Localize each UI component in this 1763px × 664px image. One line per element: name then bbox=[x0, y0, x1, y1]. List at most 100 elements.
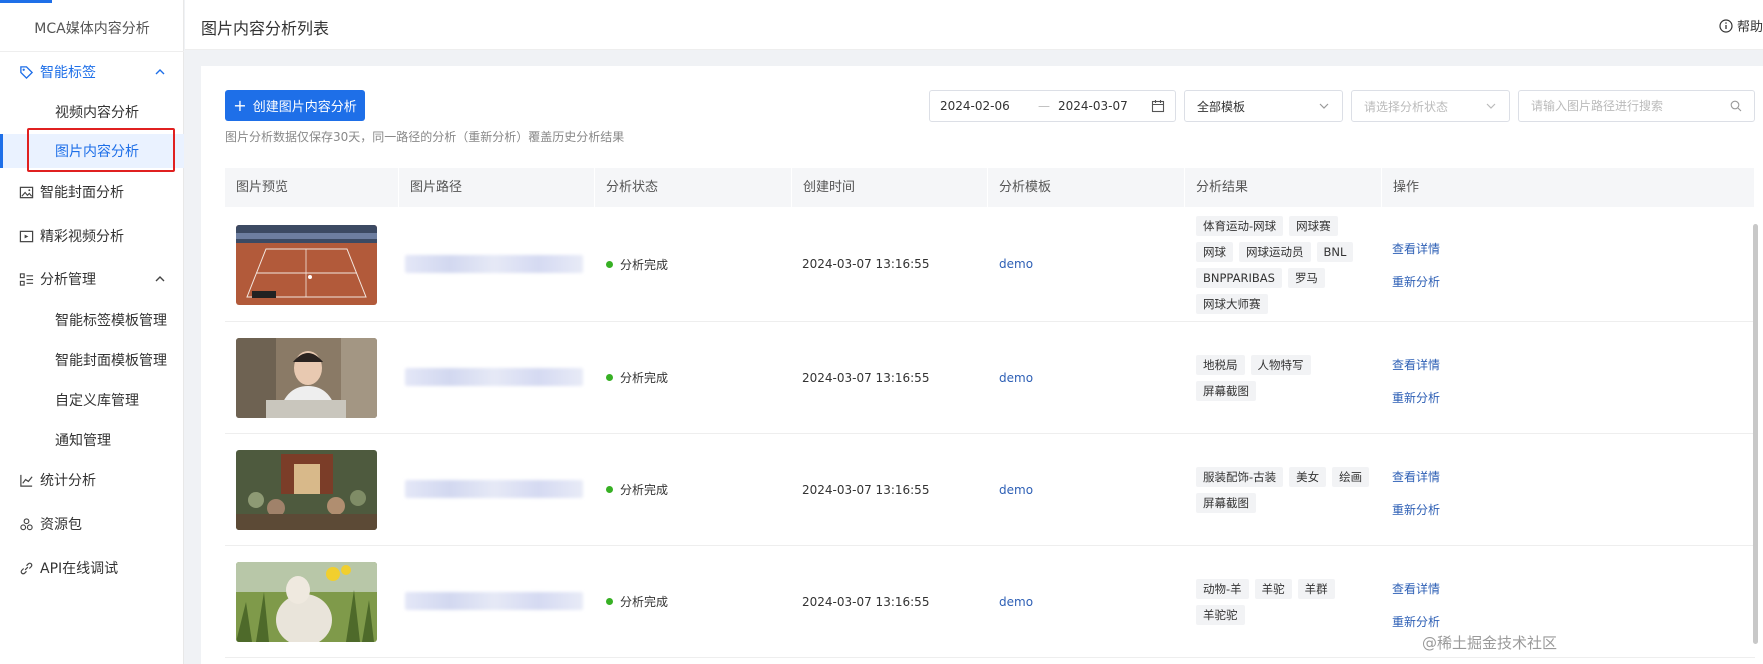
image-preview[interactable] bbox=[236, 338, 377, 418]
result-tags: 动物-羊 羊驼 羊群 羊驼驼 bbox=[1196, 546, 1376, 658]
status-dot bbox=[606, 486, 613, 493]
template-cell: demo bbox=[999, 322, 1033, 433]
sidebar-item-analysis-management[interactable]: 分析管理 bbox=[0, 262, 184, 296]
row-actions: 查看详情 重新分析 bbox=[1392, 240, 1440, 290]
result-tags: 体育运动-网球 网球赛 网球 网球运动员 BNL BNPPARIBAS 罗马 网… bbox=[1196, 215, 1376, 314]
row-actions: 查看详情 重新分析 bbox=[1392, 356, 1440, 406]
image-path-blurred bbox=[405, 255, 583, 273]
result-tags: 服装配饰-古装 美女 绘画 屏幕截图 bbox=[1196, 434, 1376, 546]
help-link[interactable]: 帮助 bbox=[1719, 16, 1763, 35]
result-tag: 羊驼 bbox=[1254, 579, 1292, 599]
template-select[interactable]: 全部模板 bbox=[1184, 90, 1343, 122]
retention-hint: 图片分析数据仅保存30天，同一路径的分析（重新分析）覆盖历史分析结果 bbox=[225, 130, 625, 144]
status-cell: 分析完成 bbox=[606, 434, 668, 545]
image-preview[interactable] bbox=[236, 562, 377, 642]
calendar-icon bbox=[1151, 100, 1165, 113]
app-brand: MCA媒体内容分析 bbox=[0, 6, 184, 52]
sidebar-item-label: 智能标签 bbox=[40, 65, 96, 81]
vertical-scrollbar[interactable] bbox=[1753, 224, 1758, 644]
sidebar-item-video-analysis[interactable]: 视频内容分析 bbox=[0, 95, 184, 129]
sidebar-item-notification-management[interactable]: 通知管理 bbox=[0, 423, 184, 457]
tag-icon bbox=[18, 64, 34, 80]
status-text: 分析完成 bbox=[620, 371, 669, 385]
sidebar-item-statistics[interactable]: 统计分析 bbox=[0, 463, 184, 497]
image-icon bbox=[18, 184, 34, 200]
image-path-blurred bbox=[405, 592, 583, 610]
image-path-blurred bbox=[405, 480, 583, 498]
template-link[interactable]: demo bbox=[999, 257, 1033, 271]
plus-icon: + bbox=[233, 95, 247, 115]
help-label: 帮助 bbox=[1736, 20, 1763, 35]
sidebar-item-image-analysis[interactable]: 图片内容分析 bbox=[0, 134, 184, 168]
create-analysis-label: 创建图片内容分析 bbox=[252, 100, 357, 115]
date-end[interactable]: 2024-03-07 bbox=[1058, 99, 1146, 113]
status-dot bbox=[606, 260, 613, 268]
sidebar-item-highlight-video[interactable]: 精彩视频分析 bbox=[0, 219, 184, 253]
reanalyze-link[interactable]: 重新分析 bbox=[1392, 613, 1440, 630]
date-range-picker[interactable]: 2024-02-06 — 2024-03-07 bbox=[929, 90, 1176, 122]
table-row: 分析完成 2024-03-07 13:16:55 demo 地税局 人物特写 屏… bbox=[225, 322, 1755, 434]
sidebar-item-api-debug[interactable]: API在线调试 bbox=[0, 551, 184, 585]
result-tag: 屏幕截图 bbox=[1196, 493, 1256, 513]
reanalyze-link[interactable]: 重新分析 bbox=[1392, 389, 1440, 406]
result-tag: 地税局 bbox=[1196, 355, 1245, 375]
date-start[interactable]: 2024-02-06 bbox=[940, 99, 1030, 113]
sidebar-item-smart-cover[interactable]: 智能封面分析 bbox=[0, 175, 184, 209]
sidebar-item-resource-package[interactable]: 资源包 bbox=[0, 507, 184, 541]
image-preview[interactable] bbox=[236, 225, 377, 305]
info-icon bbox=[1719, 18, 1733, 33]
result-tag: BNPPARIBAS bbox=[1196, 267, 1282, 288]
sidebar-item-cover-template-management[interactable]: 智能封面模板管理 bbox=[0, 343, 184, 377]
sidebar-item-smart-tags[interactable]: 智能标签 bbox=[0, 55, 184, 89]
template-select-value: 全部模板 bbox=[1197, 99, 1246, 114]
link-icon bbox=[18, 560, 34, 576]
template-link[interactable]: demo bbox=[999, 371, 1033, 385]
view-details-link[interactable]: 查看详情 bbox=[1392, 468, 1440, 485]
sidebar-item-label: 分析管理 bbox=[40, 272, 96, 288]
status-text: 分析完成 bbox=[620, 483, 669, 497]
view-details-link[interactable]: 查看详情 bbox=[1392, 356, 1440, 373]
sidebar-item-tag-template-management[interactable]: 智能标签模板管理 bbox=[0, 303, 184, 337]
path-search[interactable] bbox=[1518, 90, 1755, 122]
view-details-link[interactable]: 查看详情 bbox=[1392, 240, 1440, 257]
image-preview[interactable] bbox=[236, 450, 377, 530]
date-separator: — bbox=[1038, 99, 1050, 113]
column-header: 分析状态 bbox=[595, 168, 792, 207]
created-time: 2024-03-07 13:16:55 bbox=[802, 257, 930, 271]
page-header: 图片内容分析列表 帮助 bbox=[185, 0, 1763, 50]
result-tag: 人物特写 bbox=[1250, 355, 1311, 375]
reanalyze-link[interactable]: 重新分析 bbox=[1392, 273, 1440, 290]
sidebar-item-label: 资源包 bbox=[40, 517, 82, 533]
result-tags: 地税局 人物特写 屏幕截图 bbox=[1196, 322, 1376, 434]
search-input[interactable] bbox=[1531, 99, 1721, 113]
status-select-placeholder: 请选择分析状态 bbox=[1364, 99, 1449, 114]
created-time: 2024-03-07 13:16:55 bbox=[802, 370, 930, 385]
status-select[interactable]: 请选择分析状态 bbox=[1351, 90, 1510, 122]
create-analysis-button[interactable]: + 创建图片内容分析 bbox=[225, 90, 365, 121]
column-header: 图片路径 bbox=[399, 168, 595, 207]
watermark: @稀土掘金技术社区 bbox=[1422, 634, 1558, 652]
list-icon bbox=[18, 271, 34, 287]
sidebar-item-label: 智能封面分析 bbox=[40, 185, 124, 201]
package-icon bbox=[18, 516, 34, 532]
sidebar-item-label: 通知管理 bbox=[55, 433, 111, 449]
sidebar-item-label: 智能封面模板管理 bbox=[55, 353, 167, 369]
status-dot bbox=[606, 374, 613, 381]
chevron-down-icon bbox=[1319, 103, 1329, 109]
template-link[interactable]: demo bbox=[999, 595, 1033, 609]
sidebar-item-label: 智能标签模板管理 bbox=[55, 313, 167, 329]
created-time: 2024-03-07 13:16:55 bbox=[802, 482, 930, 497]
template-cell: demo bbox=[999, 207, 1033, 321]
chevron-up-icon bbox=[155, 276, 165, 282]
status-dot bbox=[606, 598, 613, 605]
search-icon[interactable] bbox=[1730, 100, 1742, 112]
result-tag: 罗马 bbox=[1287, 267, 1325, 288]
view-details-link[interactable]: 查看详情 bbox=[1392, 580, 1440, 597]
template-link[interactable]: demo bbox=[999, 483, 1033, 497]
chevron-down-icon bbox=[1486, 103, 1496, 109]
sidebar-item-custom-library[interactable]: 自定义库管理 bbox=[0, 383, 184, 417]
result-tag: 网球赛 bbox=[1289, 215, 1338, 236]
template-cell: demo bbox=[999, 434, 1033, 545]
reanalyze-link[interactable]: 重新分析 bbox=[1392, 501, 1440, 518]
result-tag: 屏幕截图 bbox=[1196, 381, 1256, 401]
